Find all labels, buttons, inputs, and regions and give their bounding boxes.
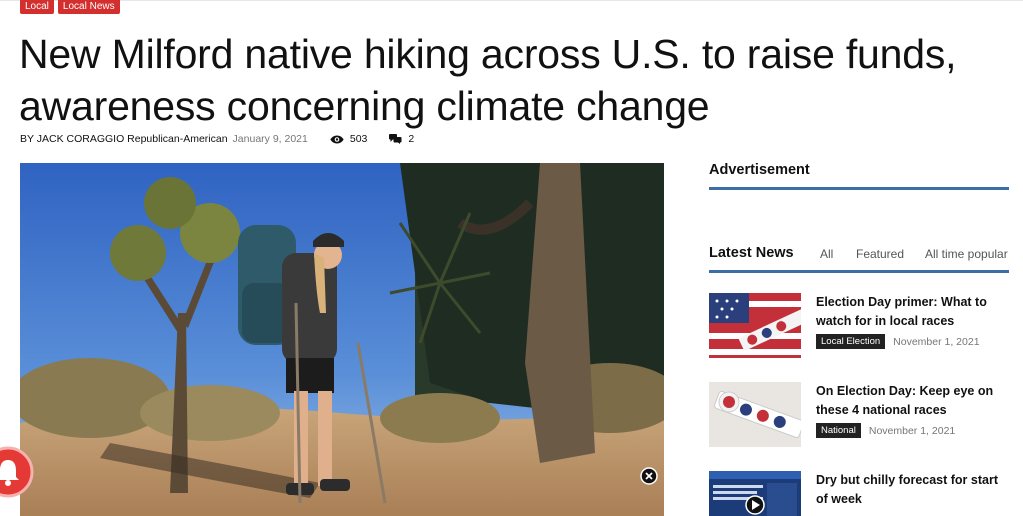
top-divider bbox=[0, 0, 1023, 1]
news-category-tag[interactable]: Local Election bbox=[816, 334, 886, 349]
news-meta: Local Election November 1, 2021 bbox=[816, 334, 980, 349]
news-thumbnail[interactable] bbox=[709, 471, 801, 516]
article-meta: BY JACK CORAGGIO Republican-American Jan… bbox=[20, 133, 414, 145]
notification-bell-icon[interactable] bbox=[0, 446, 34, 498]
news-thumbnail[interactable] bbox=[709, 382, 801, 447]
views-counter: 503 bbox=[330, 133, 368, 145]
comment-icon bbox=[389, 134, 402, 144]
tab-featured[interactable]: Featured bbox=[856, 247, 904, 261]
category-tags: Local Local News bbox=[20, 0, 120, 14]
news-headline[interactable]: Election Day primer: What to watch for i… bbox=[816, 293, 1010, 331]
article-author[interactable]: BY JACK CORAGGIO Republican-American bbox=[20, 133, 228, 145]
article-date: January 9, 2021 bbox=[232, 133, 308, 145]
news-headline[interactable]: On Election Day: Keep eye on these 4 nat… bbox=[816, 382, 1010, 420]
close-icon[interactable] bbox=[640, 467, 658, 485]
hero-image bbox=[20, 163, 664, 516]
tab-all[interactable]: All bbox=[820, 247, 833, 261]
comments-counter[interactable]: 2 bbox=[389, 133, 414, 145]
eye-icon bbox=[330, 135, 344, 143]
news-headline[interactable]: Dry but chilly forecast for start of wee… bbox=[816, 471, 1010, 509]
news-date: November 1, 2021 bbox=[893, 335, 980, 348]
tab-all-time-popular[interactable]: All time popular bbox=[925, 247, 1008, 261]
latest-news-divider bbox=[709, 270, 1009, 273]
list-item[interactable]: Election Day primer: What to watch for i… bbox=[709, 293, 1009, 363]
news-thumbnail[interactable] bbox=[709, 293, 801, 358]
category-tag-local[interactable]: Local bbox=[20, 0, 54, 14]
news-category-tag[interactable]: National bbox=[816, 423, 861, 438]
latest-news-title: Latest News bbox=[709, 245, 794, 261]
category-tag-local-news[interactable]: Local News bbox=[57, 0, 120, 14]
news-date: November 1, 2021 bbox=[868, 424, 956, 437]
article-title: New Milford native hiking across U.S. to… bbox=[19, 31, 957, 129]
comments-count: 2 bbox=[408, 133, 415, 145]
advertisement-label: Advertisement bbox=[709, 162, 810, 178]
advertisement-divider bbox=[709, 187, 1009, 190]
news-meta: National November 1, 2021 bbox=[816, 423, 955, 438]
list-item[interactable]: Dry but chilly forecast for start of wee… bbox=[709, 471, 1009, 516]
views-count: 503 bbox=[349, 133, 368, 145]
list-item[interactable]: On Election Day: Keep eye on these 4 nat… bbox=[709, 382, 1009, 452]
